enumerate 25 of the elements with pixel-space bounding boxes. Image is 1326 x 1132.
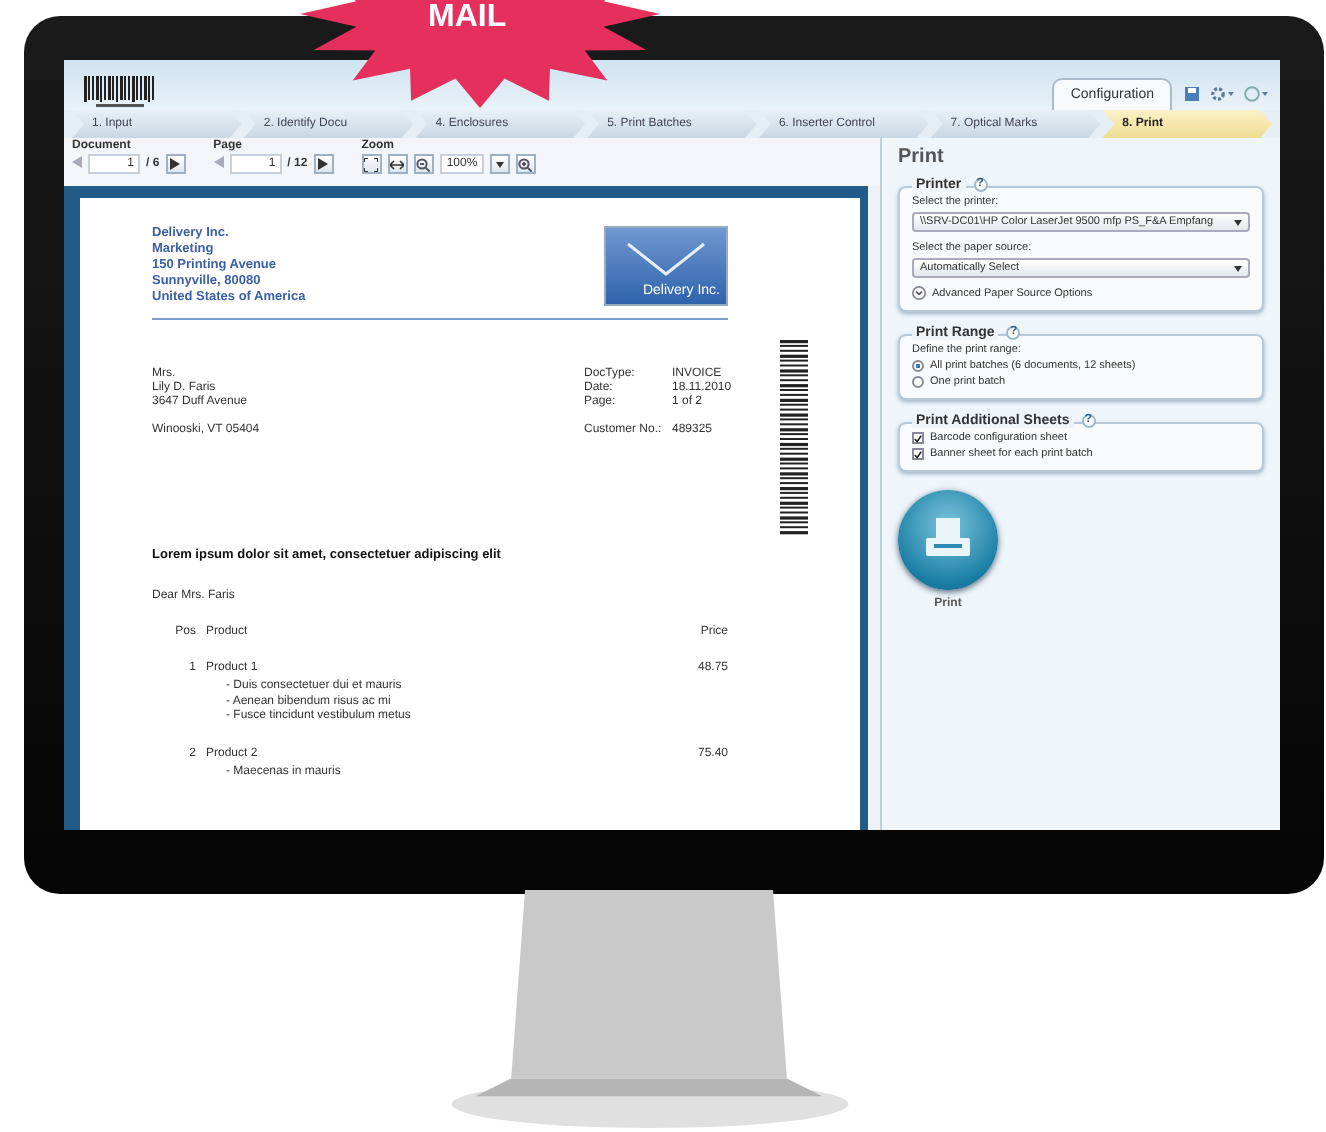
caret-icon — [1234, 265, 1242, 271]
envelope-icon — [626, 242, 706, 282]
save-icon[interactable] — [1184, 86, 1200, 102]
help-icon[interactable] — [1244, 86, 1268, 102]
barcode-icon — [780, 340, 808, 536]
chevron-down-icon — [912, 286, 926, 300]
barcode-logo-icon — [84, 74, 156, 110]
settings-icon[interactable] — [1210, 86, 1234, 102]
zoom-dropdown-button[interactable] — [489, 154, 510, 174]
print-button[interactable] — [898, 490, 998, 590]
starburst-badge: MAIL — [300, 0, 660, 108]
checkbox[interactable] — [912, 448, 924, 460]
scrollbar[interactable] — [868, 186, 880, 830]
next-button[interactable] — [313, 154, 334, 174]
fit-page-button[interactable] — [361, 154, 382, 174]
next-button[interactable] — [165, 154, 186, 174]
panel-title: Print — [898, 146, 946, 168]
zoom-out-button[interactable] — [413, 154, 434, 174]
fit-width-button[interactable] — [387, 154, 408, 174]
caret-icon — [495, 161, 504, 167]
caret-icon — [1234, 219, 1242, 225]
radio-button[interactable] — [912, 360, 924, 372]
checkbox[interactable] — [912, 432, 924, 444]
radio-button[interactable] — [912, 376, 924, 388]
zoom-in-button[interactable] — [515, 154, 536, 174]
